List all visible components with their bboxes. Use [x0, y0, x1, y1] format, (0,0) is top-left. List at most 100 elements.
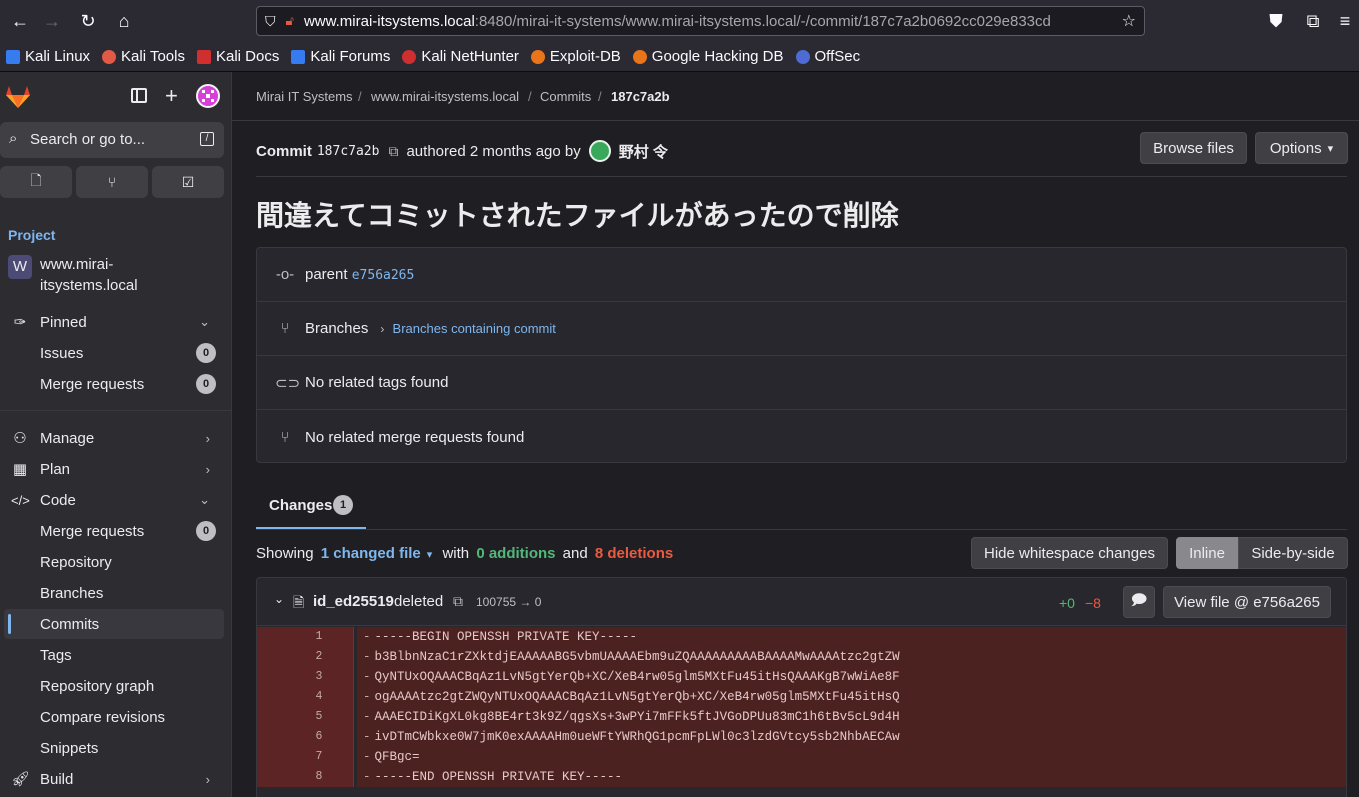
bookmark-offsec[interactable]: OffSec — [795, 42, 860, 72]
diff-line[interactable]: 3- QyNTUxOQAAACBqAz1LvN5gtYerQb+XC/XeB4rw… — [257, 667, 1346, 687]
chevron-right-icon: › — [205, 461, 210, 477]
kali-tools-icon — [102, 49, 117, 64]
sidebar-item-pinned[interactable]: ✑ Pinned ⌄ — [0, 307, 224, 337]
sidebar-item-repository[interactable]: Repository — [0, 547, 224, 577]
breadcrumb-commits[interactable]: Commits — [540, 89, 591, 104]
commit-author-link[interactable]: 野村 令 — [619, 141, 668, 162]
diff-line-code: - b3BlbnNzaC1rZXktdjEAAAAABG5vbmUAAAAEbm9… — [357, 647, 1346, 667]
sidebar-item-code[interactable]: </> Code ⌄ — [0, 485, 224, 515]
comment-button[interactable]: 🗩︎ — [1123, 586, 1155, 618]
line-number[interactable]: 5 — [257, 707, 354, 727]
diff-line[interactable]: 5- AAAECIDiKgXL0kg8BE4rt3k9Z/qgsXs+3wPYi7… — [257, 707, 1346, 727]
user-avatar[interactable] — [196, 84, 220, 108]
diff-line-code: - QyNTUxOQAAACBqAz1LvN5gtYerQb+XC/XeB4rw0… — [357, 667, 1346, 687]
collapse-chevron-icon[interactable]: ⌄ — [274, 592, 284, 606]
view-file-button[interactable]: View file @ e756a265 — [1163, 586, 1331, 618]
sidebar-item-merge-requests-pinned[interactable]: Merge requests 0 — [0, 369, 224, 399]
diff-line[interactable]: 6- ivDTmCWbkxe0W7jmK0exAAAAHm0ueWFtYWRhQG… — [257, 727, 1346, 747]
breadcrumb-group[interactable]: Mirai IT Systems — [256, 89, 353, 104]
search-input[interactable]: ⌕ Search or go to... / — [0, 122, 224, 158]
diff-line[interactable]: 4- ogAAAAtzc2gtZWQyNTUxOQAAACBqAz1LvN5gtY… — [257, 687, 1346, 707]
tag-icon: ⊂⊃ — [275, 374, 301, 392]
sidebar-item-code-merge-requests[interactable]: Merge requests 0 — [0, 516, 224, 546]
sidebar-item-plan[interactable]: ▦ Plan › — [0, 454, 224, 484]
copy-path-icon[interactable]: ⧉ — [453, 593, 463, 610]
options-dropdown[interactable]: Options ▾ — [1255, 132, 1348, 164]
url-bar[interactable]: ⛉ 🔓︎ www.mirai-itsystems.local:8480/mira… — [256, 6, 1145, 36]
bookmark-exploit-db[interactable]: Exploit-DB — [530, 42, 621, 72]
back-icon[interactable]: ← — [2, 0, 38, 42]
diff-line[interactable]: 1- -----BEGIN OPENSSH PRIVATE KEY----- — [257, 627, 1346, 647]
hide-whitespace-button[interactable]: Hide whitespace changes — [971, 537, 1168, 569]
bookmark-kali-forums[interactable]: Kali Forums — [291, 42, 390, 72]
sidebar-item-commits[interactable]: Commits — [4, 609, 224, 639]
line-number[interactable]: 7 — [257, 747, 354, 767]
line-number[interactable]: 3 — [257, 667, 354, 687]
breadcrumb-project[interactable]: www.mirai-itsystems.local — [371, 89, 519, 104]
line-number[interactable]: 8 — [257, 767, 354, 787]
side-by-side-view-button[interactable]: Side-by-side — [1238, 537, 1348, 569]
diff-line[interactable]: 7- QFBgc= — [257, 747, 1346, 767]
changed-files-dropdown[interactable]: 1 changed file — [321, 545, 421, 562]
parent-sha-link[interactable]: e756a265 — [352, 268, 415, 283]
reload-icon[interactable]: ↻ — [70, 0, 106, 42]
home-icon[interactable]: ⌂ — [106, 0, 142, 42]
bookmark-kali-docs[interactable]: Kali Docs — [196, 42, 279, 72]
todos-quick-button[interactable]: ☑ — [152, 166, 224, 198]
inline-view-button[interactable]: Inline — [1176, 537, 1238, 569]
diff-line-code: - -----END OPENSSH PRIVATE KEY----- — [357, 767, 1346, 787]
shield-icon[interactable]: ⛉ — [265, 13, 276, 30]
build-label: Build — [40, 770, 74, 788]
sidebar-item-issues[interactable]: Issues 0 — [0, 338, 224, 368]
todo-icon: ☑ — [181, 173, 195, 190]
browse-files-button[interactable]: Browse files — [1140, 132, 1247, 164]
line-number[interactable]: 4 — [257, 687, 354, 707]
sidebar-item-repository-graph[interactable]: Repository graph — [0, 671, 224, 701]
diff-line[interactable]: 8- -----END OPENSSH PRIVATE KEY----- — [257, 767, 1346, 787]
pocket-icon[interactable]: ⛊ — [1258, 0, 1294, 42]
menu-icon[interactable]: ≡ — [1327, 0, 1359, 42]
line-number[interactable]: 2 — [257, 647, 354, 667]
diff-line-code: - ogAAAAtzc2gtZWQyNTUxOQAAACBqAz1LvN5gtYe… — [357, 687, 1346, 707]
bookmark-kali-tools[interactable]: Kali Tools — [102, 42, 185, 72]
tabs-divider — [256, 529, 1347, 530]
copy-icon[interactable]: ⧉ — [388, 143, 398, 160]
sidebar-item-manage[interactable]: ⚇ Manage › — [0, 423, 224, 453]
line-number[interactable]: 1 — [257, 627, 354, 647]
diff-body: 1- -----BEGIN OPENSSH PRIVATE KEY----- 2-… — [257, 626, 1346, 797]
project-link[interactable]: W www.mirai- itsystems.local — [8, 254, 224, 298]
sidebar-toggle-icon[interactable] — [131, 88, 147, 103]
line-number[interactable]: 6 — [257, 727, 354, 747]
merge-requests-quick-button[interactable]: ⑂ — [76, 166, 148, 198]
insecure-lock-icon[interactable]: 🔓︎ — [286, 13, 294, 29]
bookmark-kali-nethunter[interactable]: Kali NetHunter — [402, 42, 519, 72]
branches-containing-commit-link[interactable]: Branches containing commit — [393, 321, 556, 336]
breadcrumb-current[interactable]: 187c7a2b — [611, 89, 670, 104]
url-text[interactable]: www.mirai-itsystems.local:8480/mirai-it-… — [304, 13, 1051, 30]
diff-line[interactable]: 2- b3BlbnNzaC1rZXktdjEAAAAABG5vbmUAAAAEbm… — [257, 647, 1346, 667]
gitlab-logo-icon[interactable] — [5, 85, 31, 109]
sidebar-item-build[interactable]: 🚀︎ Build › — [0, 764, 224, 794]
sidebar-item-branches[interactable]: Branches — [0, 578, 224, 608]
sidebar-item-snippets[interactable]: Snippets — [0, 733, 224, 763]
plan-label: Plan — [40, 460, 71, 478]
breadcrumb-separator: / — [528, 89, 532, 104]
merge-requests-row: ⑂ No related merge requests found — [257, 410, 1346, 464]
extensions-icon[interactable]: ⧉ — [1295, 0, 1331, 42]
author-avatar[interactable] — [588, 140, 611, 162]
project-name-line1: www.mirai- — [40, 256, 114, 273]
tab-changes[interactable]: Changes 1 — [256, 487, 366, 529]
forward-icon[interactable]: → — [34, 0, 70, 42]
create-new-icon[interactable]: + — [165, 83, 178, 109]
and-label: and — [562, 545, 588, 562]
issues-quick-button[interactable]: 🗋︎ — [0, 166, 72, 198]
ghdb-icon — [632, 49, 647, 64]
sidebar-item-tags[interactable]: Tags — [0, 640, 224, 670]
sidebar-item-compare-revisions[interactable]: Compare revisions — [0, 702, 224, 732]
bookmark-star-icon[interactable]: ☆ — [1122, 11, 1136, 31]
bookmark-google-hacking-db[interactable]: Google Hacking DB — [632, 42, 784, 72]
pin-icon: ✑ — [13, 314, 27, 331]
file-name[interactable]: id_ed25519 — [313, 593, 394, 610]
comment-icon: 🗩︎ — [1130, 591, 1148, 609]
bookmark-kali-linux[interactable]: Kali Linux — [6, 42, 90, 72]
